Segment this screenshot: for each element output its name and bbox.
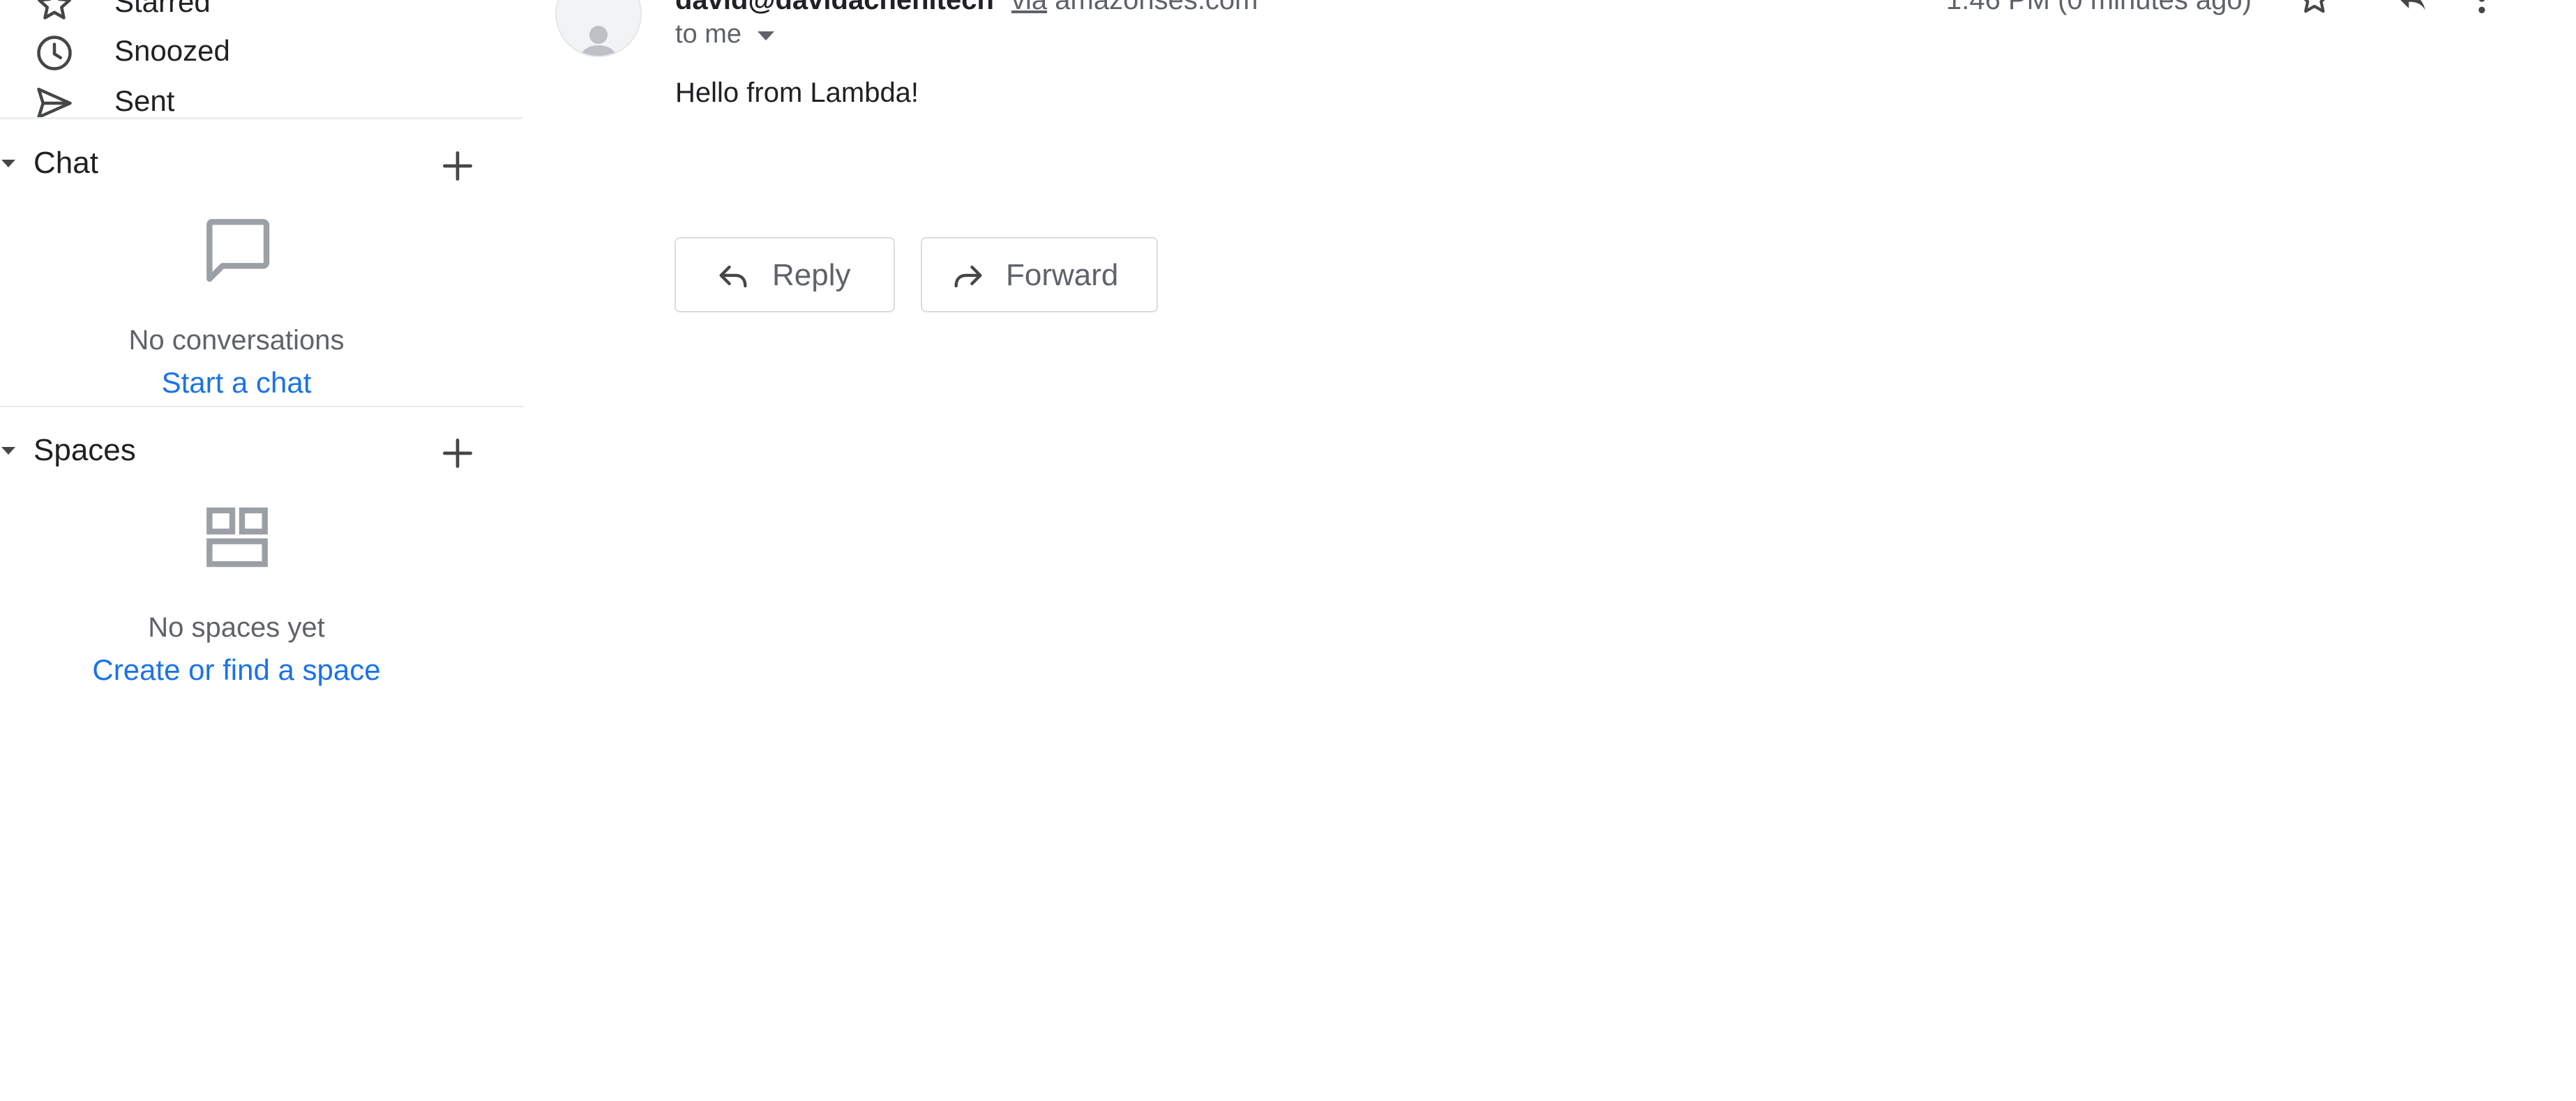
spaces-section-title: Spaces: [33, 433, 136, 467]
sidebar-item-label: Starred: [114, 0, 211, 18]
reply-arrow-icon: [715, 258, 751, 294]
spaces-grid-icon: [198, 501, 276, 579]
reply-button-label: Reply: [772, 258, 851, 292]
sidebar-item-snoozed[interactable]: Snoozed: [0, 22, 523, 73]
clock-icon: [33, 32, 75, 74]
new-chat-plus-icon[interactable]: [438, 146, 477, 185]
caret-down-icon[interactable]: [0, 155, 17, 172]
new-space-plus-icon[interactable]: [438, 434, 477, 473]
recipients-dropdown-icon[interactable]: [756, 29, 776, 43]
create-space-link[interactable]: Create or find a space: [0, 653, 473, 688]
forward-button-label: Forward: [1006, 258, 1119, 292]
more-vertical-icon[interactable]: [2462, 0, 2501, 18]
sender-via: via amazonses.com: [1011, 0, 1258, 16]
chat-section-header[interactable]: Chat: [0, 135, 523, 191]
caret-down-icon[interactable]: [0, 442, 17, 459]
sidebar-item-label: Sent: [114, 84, 175, 117]
reply-icon[interactable]: [2393, 0, 2432, 18]
reply-button[interactable]: Reply: [675, 237, 895, 312]
start-chat-link[interactable]: Start a chat: [0, 365, 473, 400]
via-link[interactable]: via: [1011, 0, 1047, 15]
sidebar-item-sent[interactable]: Sent: [0, 73, 523, 123]
spaces-section-header[interactable]: Spaces: [0, 423, 523, 478]
message-date: 1:46 PM (0 minutes ago): [1946, 0, 2252, 15]
via-domain: amazonses.com: [1055, 0, 1258, 15]
sidebar: Starred Snoozed Sent Chat No conversatio…: [0, 0, 523, 1101]
divider: [0, 406, 523, 407]
chat-section-title: Chat: [33, 146, 98, 180]
chat-bubble-icon: [198, 211, 276, 289]
recipients-summary: to me: [675, 20, 742, 49]
star-icon: [33, 0, 75, 25]
sidebar-item-label: Snoozed: [114, 34, 230, 67]
gmail-window: Starred Snoozed Sent Chat No conversatio…: [0, 0, 2576, 1101]
sender-address[interactable]: david@davidachenitech: [675, 0, 994, 16]
divider: [0, 117, 523, 119]
message-body: Hello from Lambda!: [675, 77, 919, 108]
spaces-empty-text: No spaces yet: [148, 612, 325, 643]
sender-avatar: [555, 0, 642, 57]
star-icon[interactable]: [2295, 0, 2334, 18]
chat-empty-text: No conversations: [128, 325, 345, 356]
forward-arrow-icon: [950, 258, 986, 294]
sidebar-item-starred[interactable]: Starred: [0, 0, 523, 24]
forward-button[interactable]: Forward: [921, 237, 1158, 312]
